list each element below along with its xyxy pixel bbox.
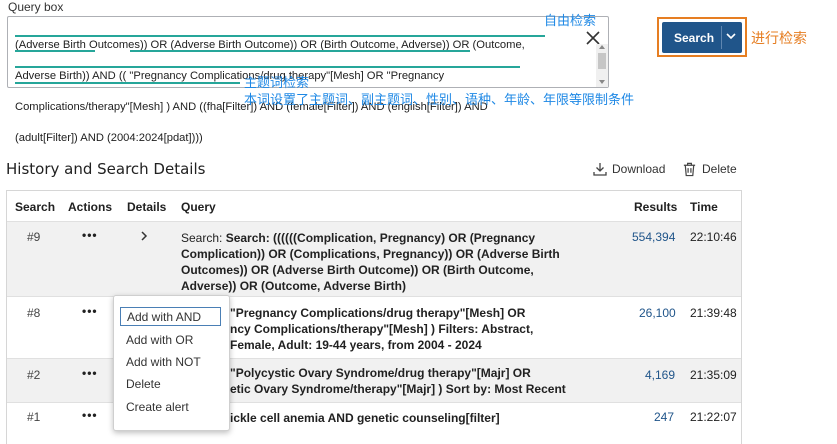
menu-item-add-with-not[interactable]: Add with NOT — [126, 355, 201, 369]
col-query: Query — [181, 200, 216, 214]
query-line: ncy Complications/therapy"[Mesh] ) Filte… — [230, 322, 534, 336]
query-prefix: Search: — [181, 231, 226, 245]
download-icon — [593, 163, 607, 176]
scroll-thumb[interactable] — [598, 53, 606, 69]
results-link[interactable]: 247 — [654, 410, 674, 424]
search-number: #8 — [27, 306, 41, 320]
search-time: 22:10:46 — [690, 230, 737, 244]
col-search: Search — [15, 200, 56, 214]
chevron-down-icon[interactable] — [726, 31, 736, 41]
annotation-do-search: 进行检索 — [751, 31, 807, 47]
query-line: etic Ovary Syndrome/therapy"[Majr] ) Sor… — [230, 382, 566, 396]
query-cell: Search: Search: ((((((Complication, Preg… — [181, 230, 560, 294]
query-cell: "Pregnancy Complications/drug therapy"[M… — [230, 305, 533, 353]
delete-history-button[interactable]: Delete — [682, 161, 737, 177]
query-box-label: Query box — [8, 0, 64, 14]
table-row: #9 ••• Search: Search: ((((((Complicatio… — [7, 221, 741, 297]
history-title: History and Search Details — [6, 160, 206, 178]
search-number: #1 — [27, 410, 41, 424]
search-button-divider — [721, 26, 722, 49]
mesh-search-underline — [15, 66, 520, 68]
menu-item-add-with-and[interactable]: Add with AND — [120, 307, 221, 326]
col-time: Time — [690, 200, 718, 214]
query-line: Outcomes)) OR (Adverse Birth Outcome)) O… — [181, 263, 534, 277]
actions-button[interactable]: ••• — [82, 228, 98, 242]
mesh-search-underline — [130, 50, 470, 52]
col-details: Details — [127, 200, 167, 214]
query-line: (adult[Filter]) AND (2004:2024[pdat]))) — [15, 131, 203, 144]
query-line: "Pregnancy Complications/drug therapy"[M… — [230, 306, 526, 320]
scroll-down-icon[interactable] — [599, 80, 605, 84]
query-line: Female, Adult: 19-44 years, from 2004 - … — [230, 338, 482, 352]
annotation-free-search: 自由检索 — [544, 14, 597, 29]
scroll-up-icon[interactable] — [599, 45, 605, 49]
actions-button[interactable]: ••• — [82, 408, 98, 422]
query-line: Search: ((((((Complication, Pregnancy) O… — [225, 231, 536, 245]
menu-item-delete[interactable]: Delete — [126, 377, 161, 391]
actions-button[interactable]: ••• — [82, 366, 98, 380]
download-button[interactable]: Download — [592, 161, 665, 177]
col-results: Results — [634, 200, 678, 214]
download-label: Download — [612, 162, 666, 176]
free-search-underline — [15, 50, 95, 52]
actions-menu: Add with AND Add with OR Add with NOT De… — [113, 295, 230, 431]
query-scrollbar[interactable] — [596, 44, 608, 87]
query-line: "Polycystic Ovary Syndrome/drug therapy"… — [230, 366, 531, 380]
query-cell: "Polycystic Ovary Syndrome/drug therapy"… — [230, 365, 566, 397]
search-time: 21:35:09 — [690, 368, 737, 382]
search-number: #2 — [27, 368, 41, 382]
search-time: 21:39:48 — [690, 306, 737, 320]
query-line: Complication)) OR (Complications, Pregna… — [181, 247, 560, 261]
search-button-label: Search — [674, 31, 715, 45]
query-cell: ickle cell anemia AND genetic counseling… — [230, 410, 500, 426]
query-line: ickle cell anemia AND genetic counseling… — [230, 411, 500, 425]
col-actions: Actions — [68, 200, 113, 214]
search-time: 21:22:07 — [690, 410, 737, 424]
query-line: Adverse)) OR (Outcome, Adverse Birth) — [181, 279, 406, 293]
menu-item-add-with-or[interactable]: Add with OR — [126, 333, 193, 347]
results-link[interactable]: 4,169 — [645, 368, 675, 382]
menu-item-create-alert[interactable]: Create alert — [126, 400, 189, 414]
annotation-mesh-note: 本词设置了主题词、副主题词、性别、语种、年龄、年限等限制条件 — [244, 93, 635, 108]
results-link[interactable]: 554,394 — [632, 230, 675, 244]
trash-icon — [683, 162, 696, 177]
mesh-search-underline — [15, 82, 240, 84]
free-search-underline — [15, 35, 545, 37]
table-header: Search Actions Details Query Results Tim… — [7, 191, 741, 221]
search-number: #9 — [27, 230, 41, 244]
search-button[interactable]: Search — [662, 22, 742, 53]
chevron-right-icon[interactable] — [140, 231, 148, 241]
actions-button[interactable]: ••• — [82, 304, 98, 318]
delete-label: Delete — [702, 162, 737, 176]
results-link[interactable]: 26,100 — [639, 306, 676, 320]
